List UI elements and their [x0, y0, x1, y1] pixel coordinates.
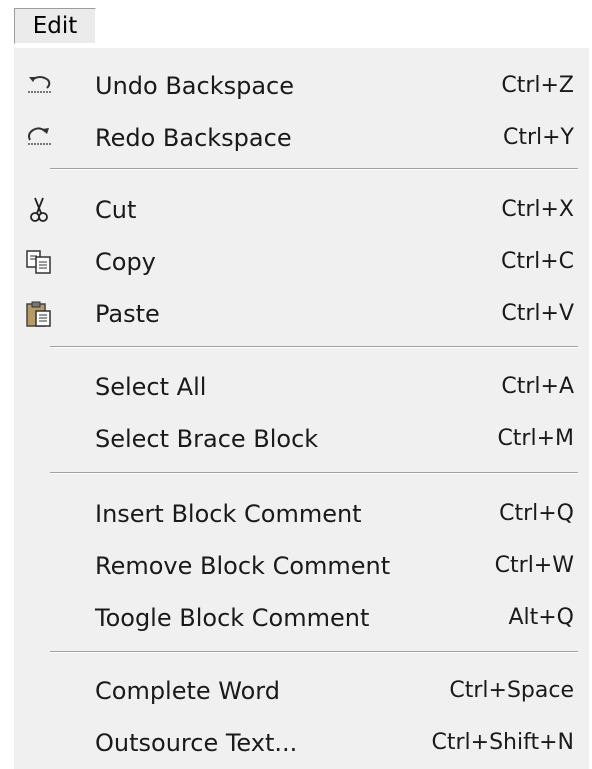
menu-item-shortcut: Ctrl+W [494, 553, 574, 578]
menu-item-outsource-text[interactable]: Outsource Text... Ctrl+Shift+N [14, 717, 589, 769]
menu-item-shortcut: Ctrl+V [501, 301, 574, 326]
menu-separator [50, 168, 578, 170]
screen: Edit Undo Backspace Ctrl+Z Redo Backspac… [0, 0, 592, 769]
menu-item-label: Insert Block Comment [95, 500, 362, 528]
menu-item-label: Toogle Block Comment [95, 604, 370, 632]
menu-item-undo[interactable]: Undo Backspace Ctrl+Z [14, 60, 589, 112]
menu-separator [50, 472, 578, 474]
menu-item-shortcut: Ctrl+Z [501, 73, 574, 98]
menu-item-shortcut: Ctrl+A [501, 374, 574, 399]
menu-item-copy[interactable]: Copy Ctrl+C [14, 236, 589, 288]
menu-item-label: Paste [95, 300, 160, 328]
scissors-icon [24, 196, 54, 224]
copy-icon [24, 248, 54, 276]
menu-item-label: Select Brace Block [95, 425, 319, 453]
menu-item-redo[interactable]: Redo Backspace Ctrl+Y [14, 112, 589, 164]
menu-item-shortcut: Ctrl+M [497, 426, 574, 451]
undo-icon [24, 72, 54, 100]
menu-item-paste[interactable]: Paste Ctrl+V [14, 288, 589, 340]
edit-dropdown-menu: Undo Backspace Ctrl+Z Redo Backspace Ctr… [14, 48, 589, 769]
menu-item-label: Undo Backspace [95, 72, 294, 100]
menu-item-shortcut: Ctrl+Y [502, 125, 574, 150]
menu-item-label: Select All [95, 373, 207, 401]
clipboard-icon [24, 300, 54, 328]
menu-item-select-all[interactable]: Select All Ctrl+A [14, 361, 589, 413]
menu-item-label: Remove Block Comment [95, 552, 391, 580]
menu-item-shortcut: Alt+Q [508, 605, 574, 630]
menu-item-toggle-block-comment[interactable]: Toogle Block Comment Alt+Q [14, 592, 589, 644]
edit-menu-label: Edit [32, 13, 78, 39]
menu-item-shortcut: Ctrl+X [501, 197, 574, 222]
menu-item-cut[interactable]: Cut Ctrl+X [14, 184, 589, 236]
menu-item-select-brace-block[interactable]: Select Brace Block Ctrl+M [14, 413, 589, 465]
menu-item-shortcut: Ctrl+C [501, 249, 574, 274]
menu-item-insert-block-comment[interactable]: Insert Block Comment Ctrl+Q [14, 488, 589, 540]
menu-separator [50, 346, 578, 348]
menu-item-shortcut: Ctrl+Q [499, 501, 574, 526]
menu-separator [50, 651, 578, 653]
menu-item-label: Outsource Text... [95, 729, 298, 757]
redo-icon [24, 124, 54, 152]
menu-item-label: Cut [95, 196, 137, 224]
menu-item-complete-word[interactable]: Complete Word Ctrl+Space [14, 665, 589, 717]
edit-menu-button[interactable]: Edit [14, 8, 96, 44]
menu-item-shortcut: Ctrl+Space [449, 678, 574, 703]
menu-item-remove-block-comment[interactable]: Remove Block Comment Ctrl+W [14, 540, 589, 592]
menu-item-label: Complete Word [95, 677, 280, 705]
menu-item-label: Copy [95, 248, 156, 276]
menu-item-shortcut: Ctrl+Shift+N [431, 730, 574, 755]
menu-item-label: Redo Backspace [95, 124, 292, 152]
